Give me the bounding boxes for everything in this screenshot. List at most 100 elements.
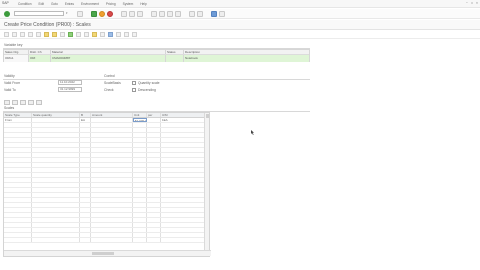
table-cell[interactable] bbox=[161, 168, 205, 172]
print-icon[interactable] bbox=[121, 10, 127, 17]
table-cell[interactable] bbox=[161, 203, 205, 207]
table-cell[interactable] bbox=[80, 128, 91, 132]
table-cell[interactable] bbox=[80, 193, 91, 197]
table-cell[interactable] bbox=[161, 213, 205, 217]
table-cell[interactable] bbox=[32, 178, 80, 182]
change-icon[interactable] bbox=[12, 32, 17, 37]
table-cell[interactable] bbox=[133, 208, 147, 212]
table-cell[interactable] bbox=[91, 203, 133, 207]
menu-pricing[interactable]: Pricing bbox=[106, 2, 116, 6]
table-cell[interactable] bbox=[32, 163, 80, 167]
minimize-button[interactable]: − bbox=[466, 1, 468, 5]
table-cell[interactable] bbox=[80, 133, 91, 137]
table-cell[interactable] bbox=[147, 123, 161, 127]
scale-basis-indicator[interactable] bbox=[132, 81, 136, 85]
table-cell[interactable] bbox=[32, 228, 80, 232]
table-cell[interactable] bbox=[32, 233, 80, 237]
vertical-scroll-thumb[interactable] bbox=[206, 114, 209, 118]
table-cell[interactable] bbox=[32, 213, 80, 217]
table-cell[interactable] bbox=[161, 218, 205, 222]
table-cell[interactable] bbox=[91, 213, 133, 217]
table-cell[interactable] bbox=[80, 163, 91, 167]
create-icon[interactable] bbox=[4, 32, 9, 37]
exit-icon[interactable] bbox=[99, 10, 105, 17]
table-cell[interactable] bbox=[133, 228, 147, 232]
table-cell[interactable] bbox=[133, 163, 147, 167]
table-cell[interactable] bbox=[147, 203, 161, 207]
table-cell[interactable] bbox=[161, 238, 205, 242]
scales-icon[interactable] bbox=[68, 32, 73, 37]
table-cell[interactable] bbox=[133, 203, 147, 207]
table-cell[interactable] bbox=[133, 133, 147, 137]
table-cell[interactable] bbox=[147, 198, 161, 202]
table-row[interactable] bbox=[4, 238, 209, 243]
uom-cell[interactable]: 1EA bbox=[161, 118, 205, 122]
find-icon[interactable] bbox=[129, 10, 135, 17]
table-cell[interactable] bbox=[161, 143, 205, 147]
menu-system[interactable]: System bbox=[123, 2, 134, 6]
table-cell[interactable] bbox=[161, 223, 205, 227]
table-cell[interactable] bbox=[133, 158, 147, 162]
table-cell[interactable] bbox=[32, 168, 80, 172]
table-cell[interactable] bbox=[161, 228, 205, 232]
table-cell[interactable] bbox=[161, 128, 205, 132]
table-cell[interactable] bbox=[147, 178, 161, 182]
material-value[interactable]: CMA0004887 bbox=[51, 55, 166, 62]
table-cell[interactable] bbox=[133, 138, 147, 142]
table-cell[interactable] bbox=[133, 148, 147, 152]
sort-descending-icon[interactable] bbox=[36, 100, 42, 105]
distr-channel-value[interactable]: ORI bbox=[29, 55, 51, 62]
table-cell[interactable] bbox=[4, 138, 32, 142]
table-cell[interactable] bbox=[147, 223, 161, 227]
table-cell[interactable] bbox=[133, 123, 147, 127]
table-cell[interactable] bbox=[4, 218, 32, 222]
customize-layout-icon[interactable] bbox=[219, 10, 225, 17]
table-cell[interactable] bbox=[161, 183, 205, 187]
cycle-icon[interactable] bbox=[116, 32, 121, 37]
table-cell[interactable] bbox=[4, 223, 32, 227]
scale-type-cell[interactable]: From bbox=[4, 118, 32, 122]
table-cell[interactable] bbox=[32, 203, 80, 207]
menu-goto[interactable]: Goto bbox=[51, 2, 58, 6]
status-value[interactable] bbox=[166, 55, 184, 62]
command-field[interactable] bbox=[14, 11, 64, 16]
table-cell[interactable] bbox=[147, 138, 161, 142]
sort-icon[interactable] bbox=[124, 32, 129, 37]
table-cell[interactable] bbox=[91, 208, 133, 212]
table-cell[interactable] bbox=[147, 173, 161, 177]
back-icon[interactable] bbox=[91, 10, 97, 17]
table-cell[interactable] bbox=[133, 178, 147, 182]
save-icon[interactable] bbox=[77, 10, 83, 17]
table-cell[interactable] bbox=[32, 148, 80, 152]
table-cell[interactable] bbox=[147, 128, 161, 132]
table-cell[interactable] bbox=[32, 193, 80, 197]
table-cell[interactable] bbox=[4, 163, 32, 167]
table-cell[interactable] bbox=[133, 143, 147, 147]
table-cell[interactable] bbox=[32, 143, 80, 147]
table-cell[interactable] bbox=[32, 123, 80, 127]
chevron-down-icon[interactable]: ▾ bbox=[66, 11, 69, 16]
table-cell[interactable] bbox=[147, 153, 161, 157]
table-cell[interactable] bbox=[32, 183, 80, 187]
table-cell[interactable] bbox=[4, 213, 32, 217]
table-cell[interactable] bbox=[80, 153, 91, 157]
table-cell[interactable] bbox=[91, 143, 133, 147]
table-cell[interactable] bbox=[133, 168, 147, 172]
valid-to-field[interactable]: 31.12.9999 bbox=[58, 87, 82, 92]
cancel-icon[interactable] bbox=[107, 10, 113, 17]
shortcut-icon[interactable] bbox=[197, 10, 203, 17]
table-cell[interactable] bbox=[32, 153, 80, 157]
table-cell[interactable] bbox=[4, 153, 32, 157]
copy-row-icon[interactable] bbox=[20, 100, 26, 105]
table-cell[interactable] bbox=[32, 133, 80, 137]
last-page-icon[interactable] bbox=[175, 10, 181, 17]
table-cell[interactable] bbox=[161, 158, 205, 162]
scale-quantity-cell[interactable] bbox=[32, 118, 80, 122]
table-cell[interactable] bbox=[91, 163, 133, 167]
table-cell[interactable] bbox=[80, 198, 91, 202]
table-cell[interactable] bbox=[91, 123, 133, 127]
unit-cell[interactable]: $1,000.00 bbox=[133, 118, 147, 122]
table-cell[interactable] bbox=[80, 208, 91, 212]
table-cell[interactable] bbox=[80, 188, 91, 192]
table-cell[interactable] bbox=[91, 158, 133, 162]
